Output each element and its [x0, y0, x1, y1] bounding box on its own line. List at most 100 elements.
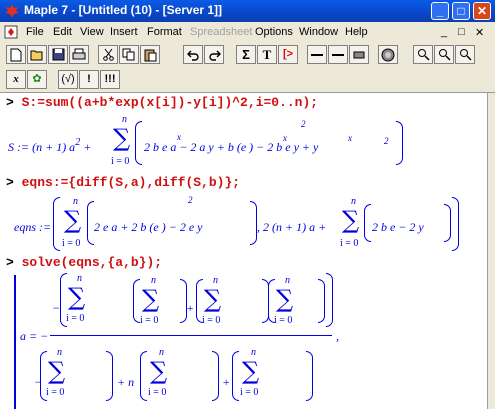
- n-factor: n: [128, 375, 135, 389]
- mdi-close-button[interactable]: ✕: [475, 26, 484, 39]
- execute-region-button[interactable]: !: [79, 70, 99, 89]
- sum-lower-limit: i = 0: [202, 315, 221, 326]
- stop-button[interactable]: [378, 45, 398, 64]
- brace-open: [53, 197, 60, 251]
- sup-x-1: x: [177, 129, 181, 144]
- plus-sign: +: [186, 301, 195, 315]
- floppy-disk-icon: [52, 48, 64, 61]
- exponent: 2: [75, 137, 81, 148]
- prompt-symbol: >: [6, 255, 14, 270]
- menu-edit[interactable]: Edit: [53, 26, 72, 38]
- paren-close: [318, 279, 325, 323]
- menu-options[interactable]: Options: [255, 26, 293, 38]
- sum-lower-limit: i = 0: [46, 387, 65, 398]
- document-icon: [4, 25, 18, 39]
- copy-button[interactable]: [119, 45, 139, 64]
- sup-x-2: x: [283, 130, 287, 145]
- input-text[interactable]: eqns:={diff(S,a),diff(S,b)};: [22, 175, 240, 190]
- output-1: S := (n + 1) a2 +: [8, 137, 91, 155]
- minimize-button[interactable]: _: [431, 2, 449, 20]
- sigma-symbol: ∑: [276, 285, 294, 313]
- insert-prompt-button[interactable]: [>: [278, 45, 298, 64]
- maximize-button[interactable]: □: [452, 2, 470, 20]
- execute-button[interactable]: [349, 45, 369, 64]
- zoom-200-button[interactable]: [455, 45, 475, 64]
- input-line-1[interactable]: > S:=sum((a+b*exp(x[i])-y[i])^2,i=0..n);: [6, 95, 318, 110]
- sum-lower-limit: i = 0: [111, 156, 130, 167]
- text-input-button[interactable]: T: [257, 45, 277, 64]
- scissors-icon: [102, 48, 114, 61]
- zoom-100-button[interactable]: [413, 45, 433, 64]
- undo-button[interactable]: [183, 45, 203, 64]
- new-file-button[interactable]: [6, 45, 26, 64]
- num-plus: +: [186, 301, 194, 316]
- print-button[interactable]: [69, 45, 89, 64]
- output-3-trail: ,: [336, 329, 339, 344]
- vertical-scrollbar[interactable]: [487, 93, 495, 409]
- maple-input-button[interactable]: ✿: [27, 70, 47, 89]
- menu-file[interactable]: File: [26, 26, 44, 38]
- window-title: Maple 7 - [Untitled (10) - [Server 1]]: [24, 3, 223, 17]
- input-text[interactable]: solve(eqns,{a,b});: [22, 255, 162, 270]
- paren-close: [306, 351, 313, 401]
- comma: ,: [336, 329, 339, 343]
- worksheet[interactable]: > S:=sum((a+b*exp(x[i])-y[i])^2,i=0..n);…: [0, 93, 487, 409]
- paste-button[interactable]: [140, 45, 160, 64]
- paren-close: [444, 204, 451, 242]
- sup-2: 2: [301, 119, 306, 129]
- minus-sign: −: [52, 301, 61, 315]
- paren-close: [326, 273, 333, 327]
- sum-lower-limit: i = 0: [274, 315, 293, 326]
- sum-lower-limit: i = 0: [240, 387, 259, 398]
- output-lhs: a = −: [20, 329, 49, 343]
- fraction-bar: [50, 335, 332, 336]
- execute-all-button[interactable]: !!!: [100, 70, 120, 89]
- validate-button[interactable]: (√): [58, 70, 78, 89]
- close-button[interactable]: ✕: [473, 2, 491, 20]
- cut-button[interactable]: [98, 45, 118, 64]
- sum-lower-limit: i = 0: [66, 313, 85, 324]
- input-line-2[interactable]: > eqns:={diff(S,a),diff(S,b)};: [6, 175, 240, 190]
- math-input-button[interactable]: Σ: [236, 45, 256, 64]
- prompt-symbol: >: [6, 175, 14, 190]
- den-plus-n: + n: [117, 375, 134, 390]
- maple-leaf-icon: [5, 4, 19, 18]
- input-text[interactable]: S:=sum((a+b*exp(x[i])-y[i])^2,i=0..n);: [22, 95, 318, 110]
- sup-x-3: x: [348, 130, 352, 145]
- sup-x: x: [283, 133, 287, 143]
- menu-format[interactable]: Format: [147, 26, 182, 38]
- paren-open: [135, 121, 142, 165]
- open-file-button[interactable]: [27, 45, 47, 64]
- save-button[interactable]: [48, 45, 68, 64]
- output-lhs: S := (n + 1) a: [8, 140, 76, 154]
- menu-spreadsheet[interactable]: Spreadsheet: [190, 26, 252, 38]
- input-line-3[interactable]: > solve(eqns,{a,b});: [6, 255, 162, 270]
- menu-insert[interactable]: Insert: [110, 26, 138, 38]
- menu-window[interactable]: Window: [299, 26, 338, 38]
- indent-button[interactable]: [328, 45, 348, 64]
- title-bar: Maple 7 - [Untitled (10) - [Server 1]] _…: [0, 0, 495, 22]
- undo-icon: [186, 50, 199, 61]
- sigma-symbol: ∑: [64, 206, 82, 234]
- sup-2: 2: [384, 136, 389, 146]
- mdi-minimize-button[interactable]: _: [441, 26, 447, 38]
- menu-help[interactable]: Help: [345, 26, 368, 38]
- paren-close: [250, 201, 257, 245]
- outdent-button[interactable]: [307, 45, 327, 64]
- sigma-symbol: ∑: [68, 283, 86, 311]
- redo-button[interactable]: [204, 45, 224, 64]
- paren-open: [87, 201, 94, 245]
- mdi-restore-button[interactable]: □: [458, 26, 465, 38]
- paren-close: [396, 121, 403, 165]
- sigma-symbol: ∑: [342, 206, 360, 234]
- zoom-150-button[interactable]: [434, 45, 454, 64]
- paren-open: [133, 279, 140, 323]
- sigma-symbol: ∑: [150, 357, 168, 385]
- menu-view[interactable]: View: [80, 26, 104, 38]
- brace-close: [452, 197, 459, 251]
- math-mode-button[interactable]: x: [6, 70, 26, 89]
- sup-2-3: 2: [188, 192, 193, 207]
- magnifier-icon: [438, 49, 451, 61]
- outdent-icon: [311, 54, 323, 56]
- magnifier-icon: [417, 49, 430, 61]
